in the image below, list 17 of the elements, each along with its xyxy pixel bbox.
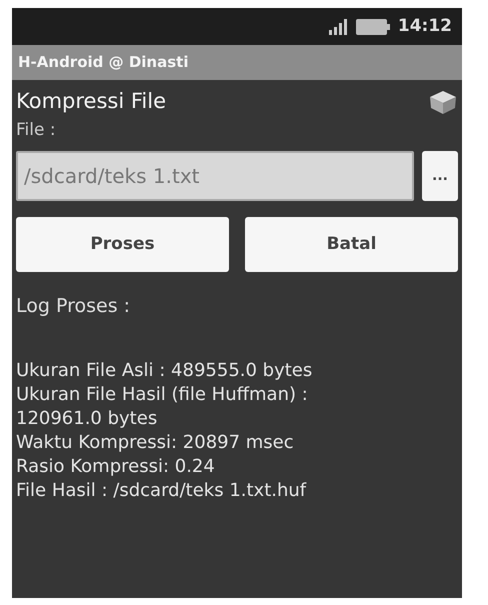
log-line: Waktu Kompressi: 20897 msec [16, 432, 294, 452]
cancel-button[interactable]: Batal [245, 217, 458, 272]
log-line: 120961.0 bytes [16, 408, 158, 428]
log-line: Rasio Kompressi: 0.24 [16, 456, 215, 476]
log-line: File Hasil : /sdcard/teks 1.txt.huf [16, 480, 306, 500]
screen-heading: Kompressi File [16, 88, 166, 115]
signal-icon [328, 18, 348, 34]
status-time: 14:12 [398, 14, 452, 38]
battery-icon [356, 18, 390, 36]
box-icon [428, 88, 458, 115]
log-line: Ukuran File Asli : 489555.0 bytes [16, 360, 312, 380]
log-line: Ukuran File Hasil (file Huffman) : [16, 384, 308, 404]
browse-button[interactable]: ... [422, 151, 458, 201]
log-label: Log Proses : [16, 294, 132, 319]
app-title: H-Android @ Dinasti [18, 52, 188, 74]
file-label: File : [16, 118, 57, 142]
process-button[interactable]: Proses [16, 217, 229, 272]
